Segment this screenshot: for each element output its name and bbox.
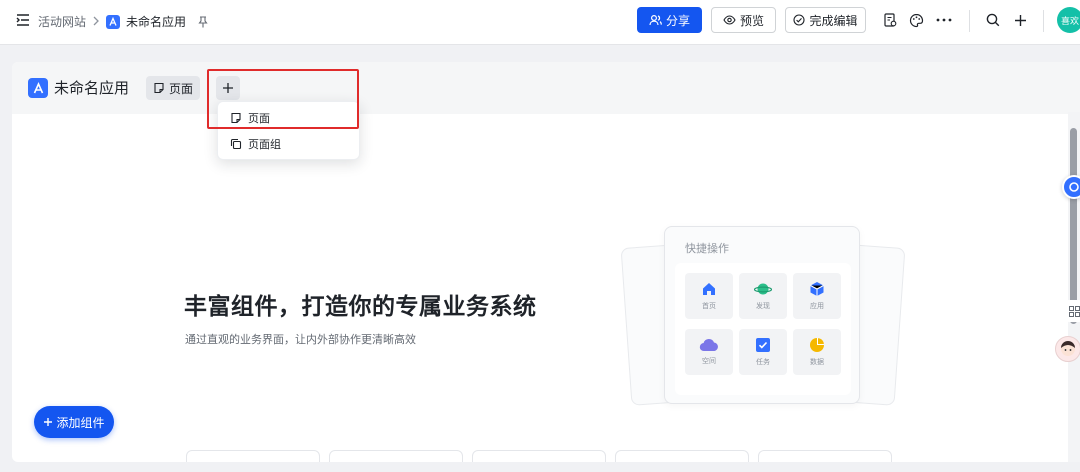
component-card[interactable] bbox=[186, 450, 320, 462]
breadcrumb-app[interactable]: 未命名应用 bbox=[126, 13, 186, 30]
menu-item-label: 页面组 bbox=[248, 138, 281, 151]
component-card[interactable] bbox=[615, 450, 749, 462]
app-badge-icon bbox=[106, 14, 121, 29]
page-icon bbox=[230, 112, 242, 124]
face-icon bbox=[1059, 340, 1077, 358]
finish-label: 完成编辑 bbox=[809, 13, 858, 28]
eye-icon bbox=[723, 15, 736, 25]
share-label: 分享 bbox=[665, 13, 690, 28]
illustration-grid: 首页 发现 应用 空间 任务 数据 bbox=[675, 263, 851, 395]
search-icon[interactable] bbox=[983, 10, 1003, 30]
avatar-text: 喜欢 bbox=[1061, 16, 1080, 27]
plus-icon[interactable] bbox=[1010, 10, 1030, 30]
tile-tasks: 任务 bbox=[739, 329, 787, 375]
pin-icon[interactable] bbox=[198, 15, 208, 28]
app-logo-icon bbox=[28, 78, 48, 98]
add-component-button[interactable]: 添加组件 bbox=[34, 406, 114, 438]
planet-icon bbox=[754, 281, 772, 297]
menu-item-label: 页面 bbox=[248, 112, 270, 125]
scrollbar-thumb[interactable] bbox=[1070, 128, 1077, 324]
add-page-button[interactable] bbox=[216, 76, 240, 100]
tile-data: 数据 bbox=[793, 329, 841, 375]
illustration-title: 快捷操作 bbox=[685, 242, 729, 255]
copy-icon bbox=[230, 138, 242, 150]
add-page-menu: 页面 页面组 bbox=[217, 101, 360, 160]
add-component-label: 添加组件 bbox=[56, 415, 105, 430]
tile-apps: 应用 bbox=[793, 273, 841, 319]
checkbox-icon bbox=[755, 337, 771, 353]
home-icon bbox=[701, 281, 717, 297]
check-circle-icon bbox=[793, 14, 806, 26]
cloud-icon bbox=[699, 338, 719, 352]
pie-chart-icon bbox=[809, 337, 825, 353]
palette-icon[interactable] bbox=[906, 10, 926, 30]
grid-icon[interactable] bbox=[1066, 300, 1080, 322]
share-button[interactable]: 分享 bbox=[637, 7, 702, 33]
preview-button[interactable]: 预览 bbox=[711, 7, 776, 33]
hero-subtitle: 通过直观的业务界面，让内外部协作更清晰高效 bbox=[185, 333, 416, 346]
preview-label: 预览 bbox=[739, 13, 764, 28]
app-title: 未命名应用 bbox=[54, 79, 130, 97]
tile-discover: 发现 bbox=[739, 273, 787, 319]
finish-editing-button[interactable]: 完成编辑 bbox=[785, 7, 866, 33]
tile-label: 发现 bbox=[756, 302, 770, 310]
breadcrumb: 活动网站 未命名应用 bbox=[38, 13, 208, 30]
breadcrumb-site[interactable]: 活动网站 bbox=[38, 13, 86, 30]
component-card[interactable] bbox=[758, 450, 892, 462]
form-icon[interactable] bbox=[880, 10, 900, 30]
app-canvas: 未命名应用 页面 丰富组件，打造你的专属业务系统 通过直观的业务界面，让内外部协… bbox=[12, 62, 1080, 462]
tile-label: 数据 bbox=[810, 358, 824, 366]
tile-home: 首页 bbox=[685, 273, 733, 319]
plus-icon bbox=[222, 82, 234, 94]
plus-icon bbox=[43, 417, 53, 427]
menu-item-page[interactable]: 页面 bbox=[218, 105, 359, 131]
users-icon bbox=[649, 14, 662, 26]
outline-toggle-icon[interactable] bbox=[16, 13, 30, 27]
tile-label: 首页 bbox=[702, 302, 716, 310]
tab-page-label: 页面 bbox=[169, 81, 194, 96]
tile-space: 空间 bbox=[685, 329, 733, 375]
tile-label: 应用 bbox=[810, 302, 824, 310]
chevron-right-icon bbox=[92, 15, 100, 29]
menu-item-page-group[interactable]: 页面组 bbox=[218, 131, 359, 157]
tile-label: 空间 bbox=[702, 357, 716, 365]
avatar[interactable]: 喜欢 bbox=[1057, 7, 1080, 33]
more-icon[interactable] bbox=[934, 10, 954, 30]
top-bar: 活动网站 未命名应用 分享 预览 完成编辑 喜欢 bbox=[0, 0, 1080, 45]
component-card[interactable] bbox=[329, 450, 463, 462]
illustration-card: 快捷操作 首页 发现 应用 空间 任务 数据 bbox=[664, 226, 860, 404]
app-header: 未命名应用 页面 bbox=[12, 62, 1080, 114]
chat-bubble-icon bbox=[1068, 181, 1080, 193]
mascot-avatar[interactable] bbox=[1055, 336, 1080, 362]
tile-label: 任务 bbox=[756, 358, 770, 366]
hero-title: 丰富组件，打造你的专属业务系统 bbox=[184, 294, 537, 320]
assistant-float-button[interactable] bbox=[1062, 175, 1080, 199]
component-card[interactable] bbox=[472, 450, 606, 462]
toolbar-divider bbox=[969, 10, 970, 32]
toolbar-divider bbox=[1043, 10, 1044, 32]
cube-icon bbox=[809, 281, 825, 297]
tab-page[interactable]: 页面 bbox=[146, 76, 201, 100]
page-icon bbox=[153, 82, 165, 94]
